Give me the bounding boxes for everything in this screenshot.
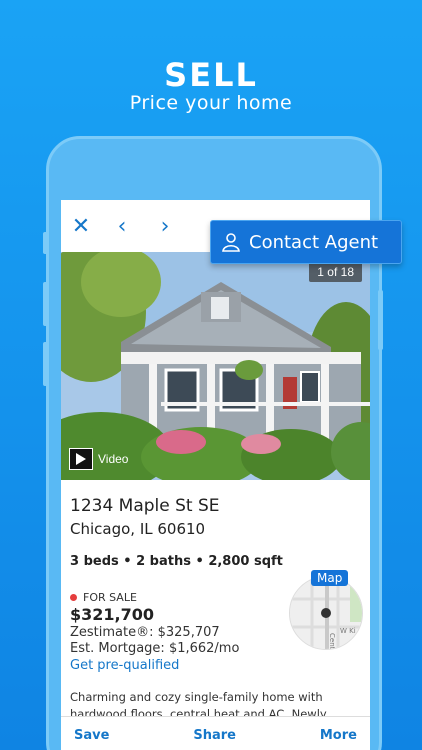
video-button[interactable]: Video: [69, 448, 128, 470]
play-icon: [69, 448, 93, 470]
prequalify-link[interactable]: Get pre-qualified: [70, 658, 362, 673]
listing-facts: 3 beds • 2 baths • 2,800 sqft: [70, 554, 283, 569]
photo-counter: 1 of 18: [309, 262, 362, 282]
contact-agent-label: Contact Agent: [249, 231, 379, 253]
phone-side-button: [43, 282, 48, 326]
share-button[interactable]: Share: [193, 728, 236, 743]
chevron-right-icon[interactable]: ›: [154, 216, 176, 238]
close-icon[interactable]: ✕: [70, 216, 92, 238]
listing-screen: ✕ ‹ › 1 of 18 Video 1234 Maple St SE Chi…: [61, 200, 370, 750]
listing-street: 1234 Maple St SE: [70, 496, 220, 516]
promo-headline: SELL: [164, 56, 258, 94]
status-dot-icon: [70, 594, 77, 601]
house-image: [61, 252, 370, 480]
promo-subline: Price your home: [129, 92, 293, 114]
svg-text:Central: Central: [328, 633, 336, 650]
phone-side-button: [378, 290, 383, 350]
person-icon: [222, 233, 240, 252]
phone-side-button: [43, 232, 48, 254]
bottom-action-bar: Save Share More: [61, 716, 370, 750]
phone-side-button: [43, 342, 48, 386]
status-label: FOR SALE: [83, 591, 137, 604]
listing-city: Chicago, IL 60610: [70, 520, 206, 538]
svg-text:W Ki: W Ki: [340, 627, 356, 635]
contact-agent-button[interactable]: Contact Agent: [210, 220, 402, 264]
chevron-left-icon[interactable]: ‹: [111, 216, 133, 238]
map-label[interactable]: Map: [311, 570, 349, 586]
save-button[interactable]: Save: [74, 728, 109, 743]
video-label: Video: [98, 452, 129, 466]
mini-map[interactable]: Central W Ki: [289, 576, 363, 650]
map-icon: Central W Ki: [290, 577, 362, 650]
more-button[interactable]: More: [320, 728, 357, 743]
listing-photo[interactable]: 1 of 18 Video: [61, 252, 370, 480]
